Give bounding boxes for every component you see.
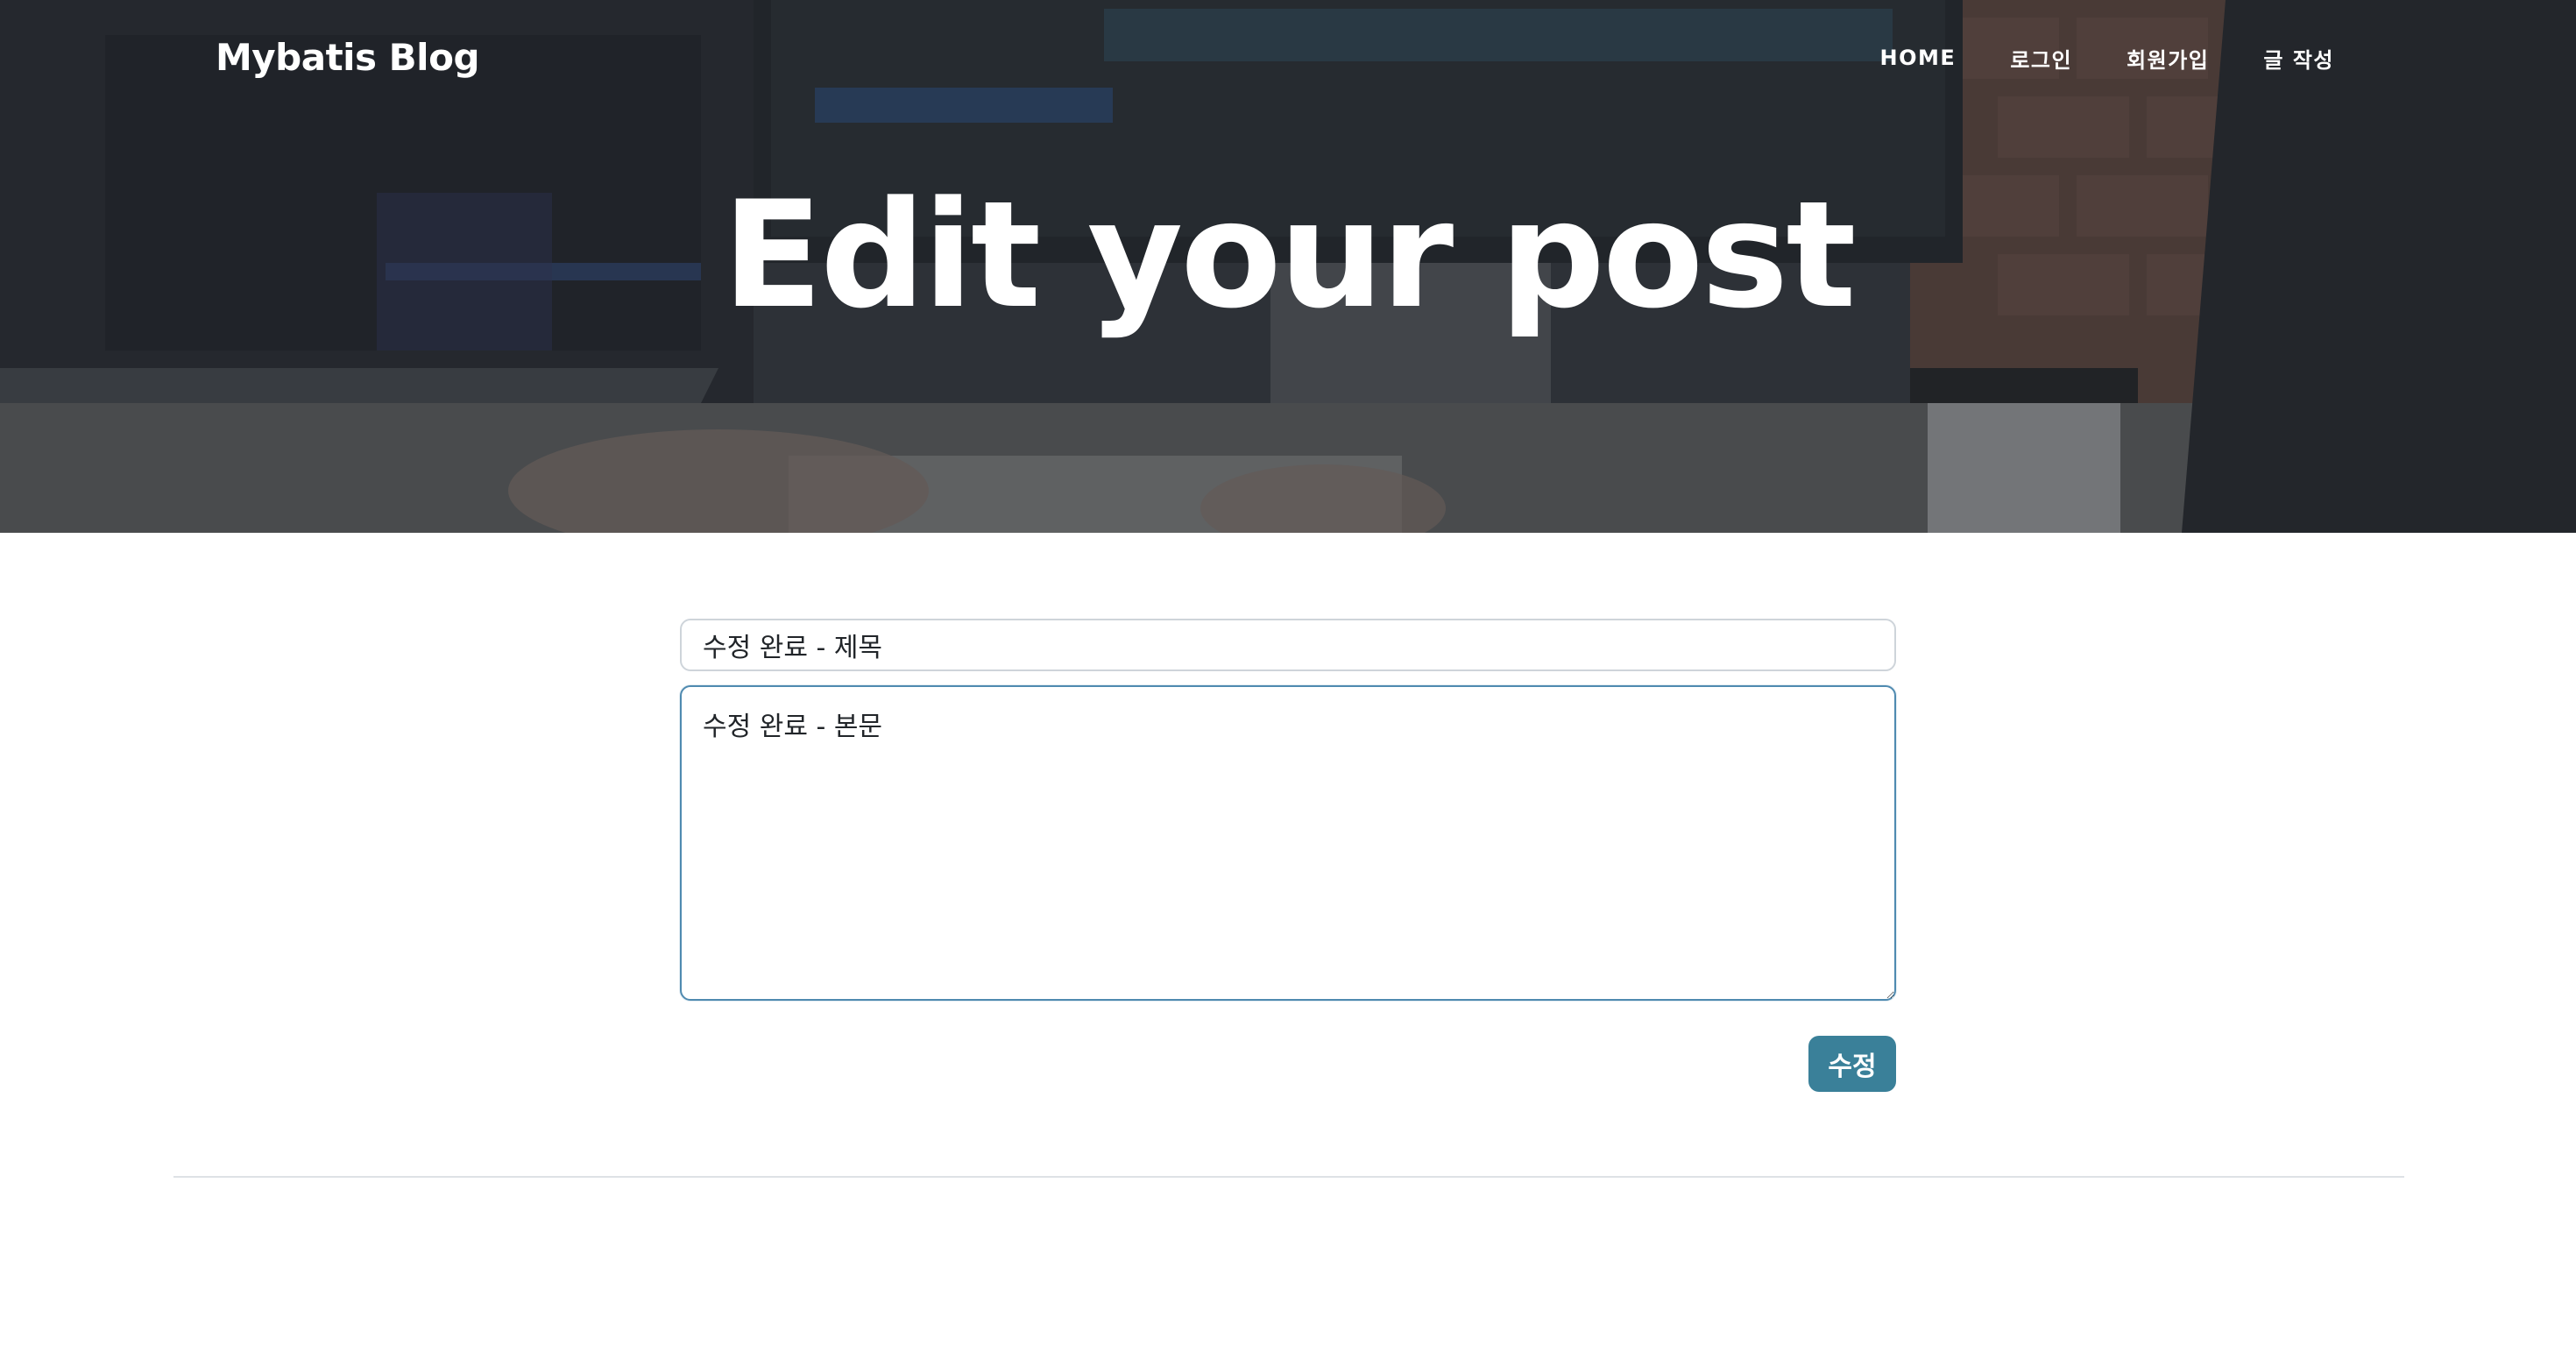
- navbar-links: HOME 로그인 회원가입 글 작성: [1880, 39, 2334, 77]
- navbar-brand-link[interactable]: Mybatis Blog: [216, 30, 480, 86]
- nav-link-signup[interactable]: 회원가입: [2127, 43, 2209, 74]
- submit-edit-button[interactable]: 수정: [1808, 1036, 1896, 1092]
- page-title: Edit your post: [722, 169, 1856, 341]
- footer-divider: [173, 1176, 2404, 1178]
- edit-post-form: 수정 완료 - 본문 수정: [680, 619, 1896, 1092]
- post-content-textarea[interactable]: 수정 완료 - 본문: [680, 685, 1896, 1001]
- nav-link-home[interactable]: HOME: [1880, 46, 1957, 70]
- form-actions: 수정: [680, 1036, 1896, 1092]
- post-title-input[interactable]: [680, 619, 1896, 671]
- nav-link-write-post[interactable]: 글 작성: [2263, 43, 2334, 74]
- page-header-hero: Mybatis Blog HOME 로그인 회원가입 글 작성 Edit you…: [0, 0, 2576, 533]
- nav-link-login[interactable]: 로그인: [2010, 43, 2072, 74]
